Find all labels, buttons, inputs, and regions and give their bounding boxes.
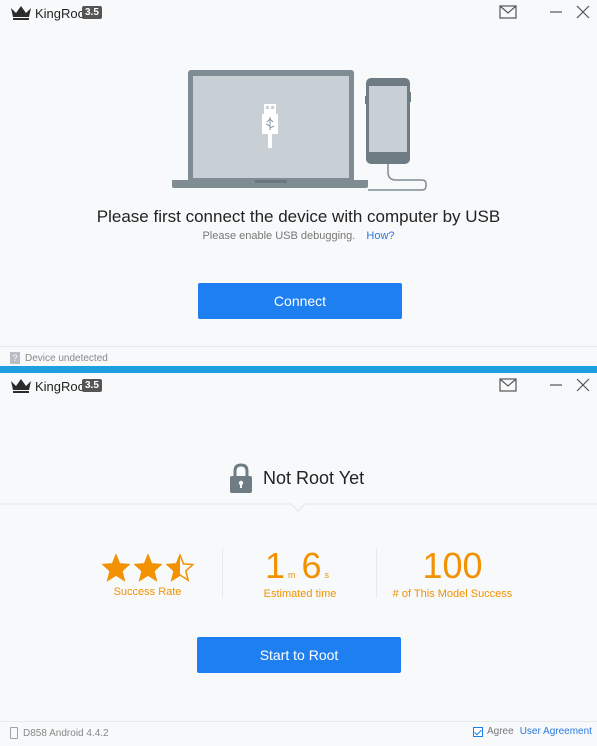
model-success-stat: 100 # of This Model Success (385, 545, 520, 601)
status-divider (0, 721, 597, 722)
time-seconds: 6 (301, 545, 322, 586)
version-badge: 3.5 (82, 379, 102, 392)
how-link[interactable]: How? (366, 230, 394, 242)
root-status-text: Not Root Yet (263, 467, 365, 488)
minimize-icon[interactable] (548, 4, 564, 20)
device-status-text: Device undetected (25, 352, 108, 364)
stat-separator (222, 548, 223, 598)
stat-separator (376, 548, 377, 598)
usb-debug-hint: Please enable USB debugging. How? (0, 230, 597, 242)
version-badge: 3.5 (82, 6, 102, 19)
connect-headline: Please first connect the device with com… (96, 207, 501, 226)
root-stats: Success Rate 1m6s Estimated time 100 # o… (0, 548, 597, 608)
section-divider (0, 503, 597, 512)
mail-icon[interactable] (499, 378, 517, 392)
success-rate-stars (95, 554, 200, 582)
star-full-icon (133, 554, 162, 582)
root-window: KingRoot 3.5 Not Root Yet Success Rate 1… (0, 373, 597, 746)
crown-logo-icon (11, 379, 31, 393)
device-status: ? Device undetected (10, 352, 108, 364)
laptop-phone-usb-illustration (172, 70, 427, 191)
usb-debug-text: Please enable USB debugging. (202, 230, 356, 242)
app-name: KingRoot (35, 6, 89, 21)
title-bar: KingRoot 3.5 (0, 0, 597, 26)
connect-button[interactable]: Connect (198, 283, 402, 319)
agree-checkbox[interactable] (473, 726, 483, 737)
close-icon[interactable] (575, 4, 591, 20)
close-icon[interactable] (575, 377, 591, 393)
connect-window: KingRoot 3.5 Please first connect the de… (0, 0, 597, 366)
estimated-time-stat: 1m6s Estimated time (240, 548, 360, 601)
model-success-label: # of This Model Success (392, 588, 513, 600)
phone-icon (10, 727, 18, 739)
agree-label: Agree (487, 726, 514, 737)
user-agreement-link[interactable]: User Agreement (520, 726, 592, 737)
agreement-row: Agree User Agreement (473, 726, 592, 737)
star-half-icon (165, 554, 194, 582)
time-minutes-unit: m (288, 570, 296, 580)
time-seconds-unit: s (324, 570, 330, 580)
crown-logo-icon (11, 6, 31, 20)
question-icon: ? (10, 352, 20, 364)
minimize-icon[interactable] (548, 377, 564, 393)
start-to-root-button[interactable]: Start to Root (197, 637, 401, 673)
estimated-time-label: Estimated time (263, 588, 337, 600)
star-full-icon (101, 554, 130, 582)
estimated-time-value: 1m6s (240, 548, 360, 584)
success-rate-stat: Success Rate (95, 548, 200, 598)
device-info: D858 Android 4.4.2 (10, 727, 109, 739)
title-bar: KingRoot 3.5 (0, 373, 597, 399)
mail-icon[interactable] (499, 5, 517, 19)
app-name: KingRoot (35, 379, 89, 394)
window-divider (0, 366, 597, 373)
device-info-text: D858 Android 4.4.2 (23, 727, 109, 739)
status-divider (0, 346, 597, 347)
lock-icon (230, 463, 252, 493)
root-status: Not Root Yet (229, 460, 364, 496)
success-rate-label: Success Rate (113, 586, 182, 598)
time-minutes: 1 (264, 545, 285, 586)
model-success-value: 100 (422, 545, 483, 586)
